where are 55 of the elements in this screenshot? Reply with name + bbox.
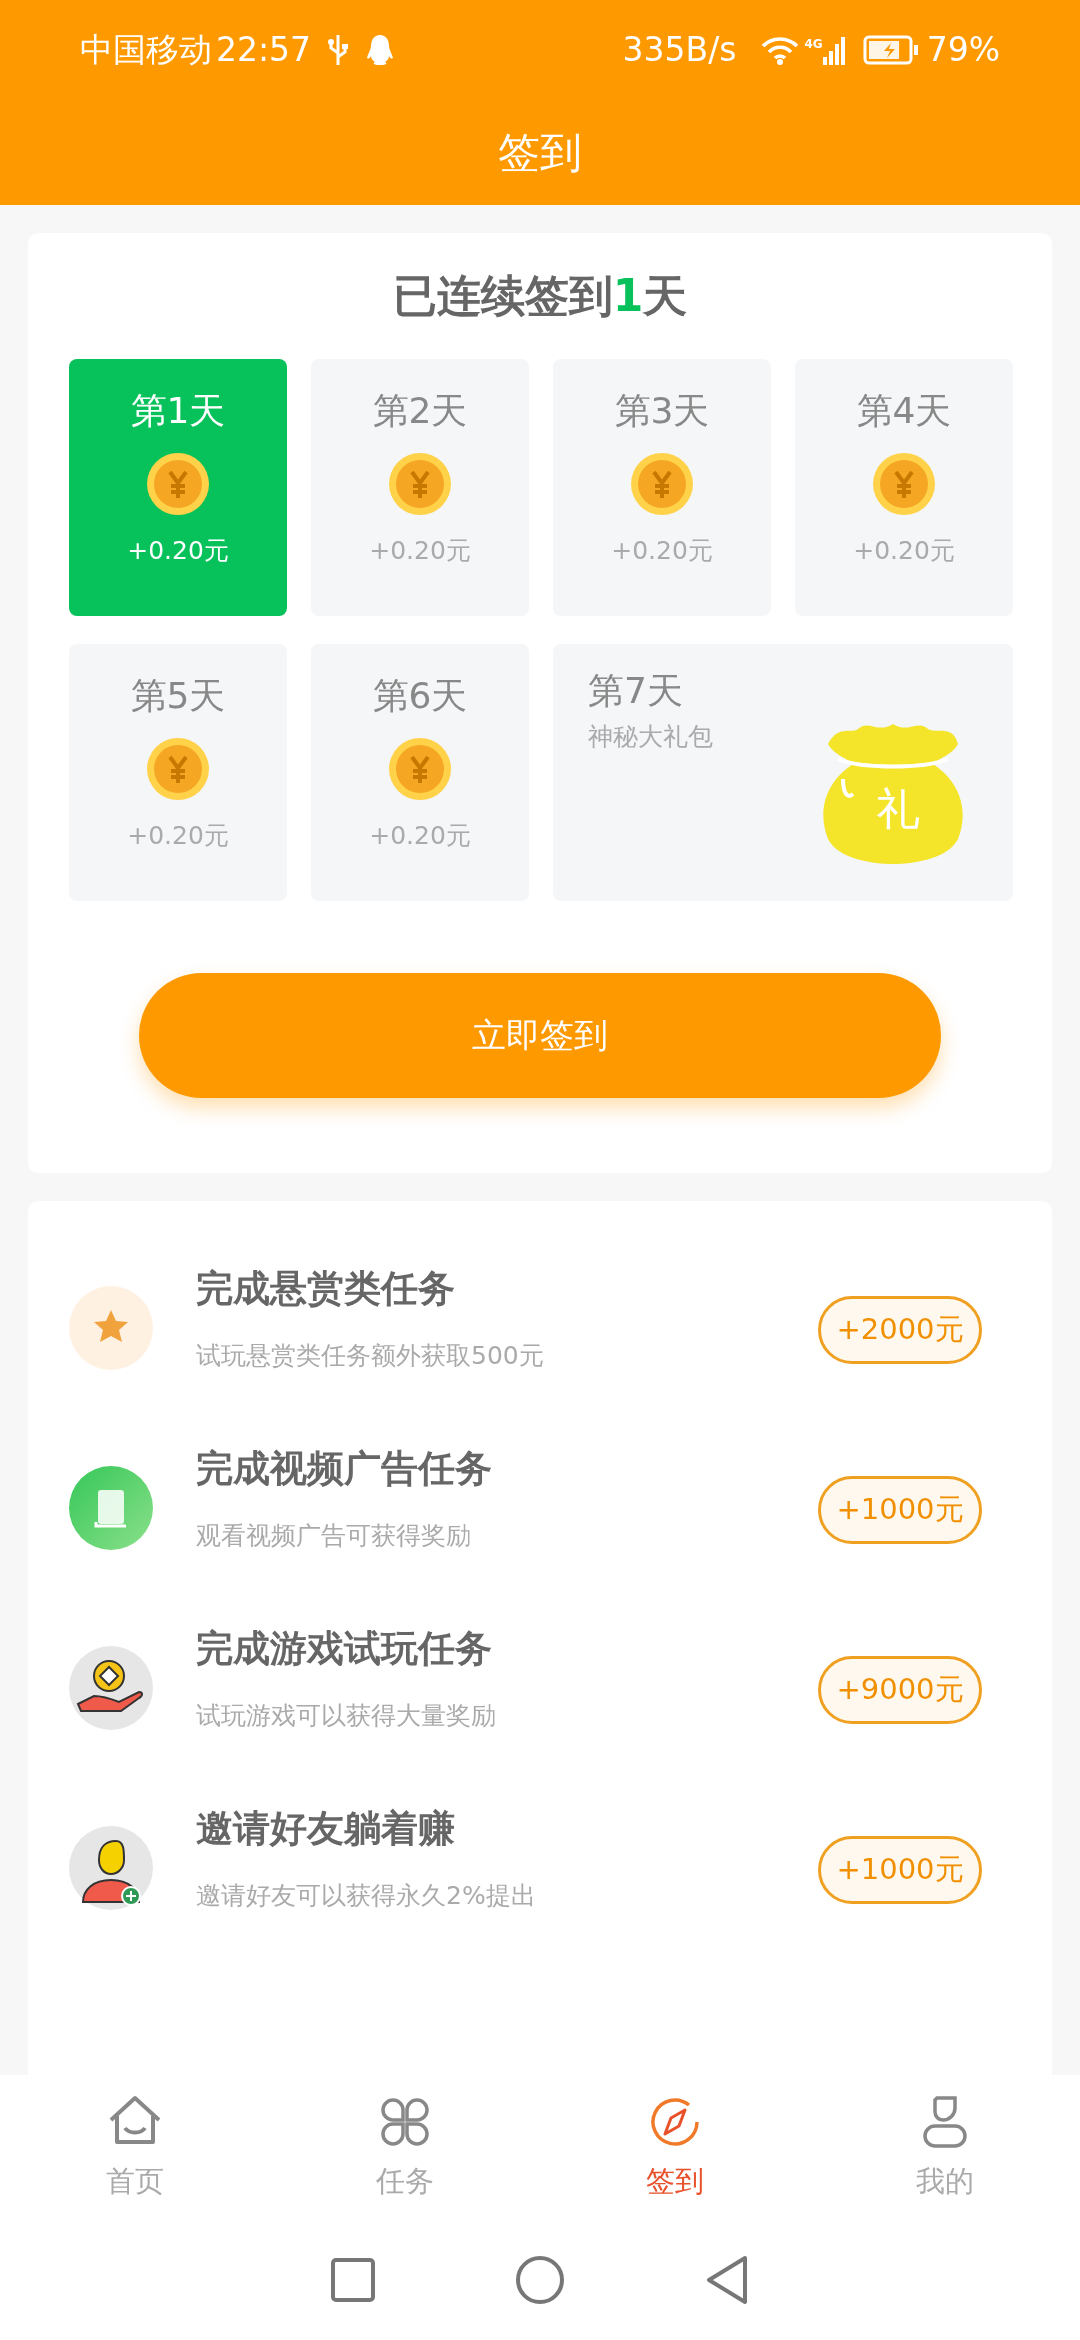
- task-title: 完成游戏试玩任务: [196, 1626, 492, 1672]
- back-button[interactable]: [705, 2255, 749, 2305]
- usb-icon: [327, 33, 350, 67]
- reward-text: +0.20元: [127, 535, 229, 567]
- reward-text: +0.20元: [853, 535, 955, 567]
- reward-button[interactable]: +1000元: [818, 1476, 982, 1544]
- recents-button[interactable]: [331, 2258, 375, 2302]
- battery-level: 79%: [926, 29, 1000, 72]
- task-description: 观看视频广告可获得奖励: [196, 1519, 471, 1552]
- tab-item[interactable]: 我的: [810, 2090, 1080, 2205]
- page-title: 签到: [498, 131, 582, 174]
- coin-icon: [872, 452, 936, 516]
- battery-icon: [862, 35, 919, 65]
- reward-text: 神秘大礼包: [588, 721, 713, 753]
- coin-icon: [388, 452, 452, 516]
- signin-button[interactable]: 立即签到: [139, 973, 941, 1098]
- signal-icon: [822, 35, 847, 65]
- wifi-icon: [760, 35, 801, 65]
- day-label: 第2天: [372, 389, 468, 433]
- reward-text: +0.20元: [127, 820, 229, 852]
- day-label: 第4天: [856, 389, 952, 433]
- network-speed: 335B/s: [622, 29, 737, 72]
- reward-text: +0.20元: [369, 535, 471, 567]
- tab-item[interactable]: 任务: [270, 2090, 540, 2205]
- day-label: 第5天: [130, 674, 226, 718]
- reward-button[interactable]: +1000元: [818, 1836, 982, 1904]
- person-add-icon: [69, 1826, 153, 1910]
- streak-text: 已连续签到1天: [391, 269, 689, 323]
- task-title: 完成视频广告任务: [196, 1446, 492, 1492]
- network-type: 4G: [804, 36, 823, 53]
- penguin-icon: [365, 33, 396, 67]
- book-icon: [69, 1466, 153, 1550]
- task-description: 邀请好友可以获得永久2%提出: [196, 1879, 536, 1912]
- home-button[interactable]: [515, 2255, 565, 2305]
- coin-icon: [630, 452, 694, 516]
- task-title: 邀请好友躺着赚: [196, 1806, 455, 1852]
- task-title: 完成悬赏类任务: [196, 1266, 455, 1312]
- coin-icon: [146, 452, 210, 516]
- reward-text: +0.20元: [369, 820, 471, 852]
- reward-button[interactable]: +2000元: [818, 1296, 982, 1364]
- task-description: 试玩悬赏类任务额外获取500元: [196, 1339, 544, 1372]
- day-label: 第6天: [372, 674, 468, 718]
- tab-item[interactable]: 首页: [0, 2090, 270, 2205]
- day-label: 第1天: [130, 389, 226, 433]
- day-label: 第3天: [614, 389, 710, 433]
- coin-icon: [146, 737, 210, 801]
- task-description: 试玩游戏可以获得大量奖励: [196, 1699, 496, 1732]
- reward-button[interactable]: +9000元: [818, 1656, 982, 1724]
- day-label: 第7天: [588, 669, 683, 713]
- clock-time: 22:57: [216, 29, 312, 72]
- coin-hand-icon: [69, 1646, 153, 1730]
- carrier-name: 中国移动: [80, 29, 212, 72]
- coin-icon: [388, 737, 452, 801]
- tab-item[interactable]: 签到: [540, 2090, 810, 2205]
- reward-text: +0.20元: [611, 535, 713, 567]
